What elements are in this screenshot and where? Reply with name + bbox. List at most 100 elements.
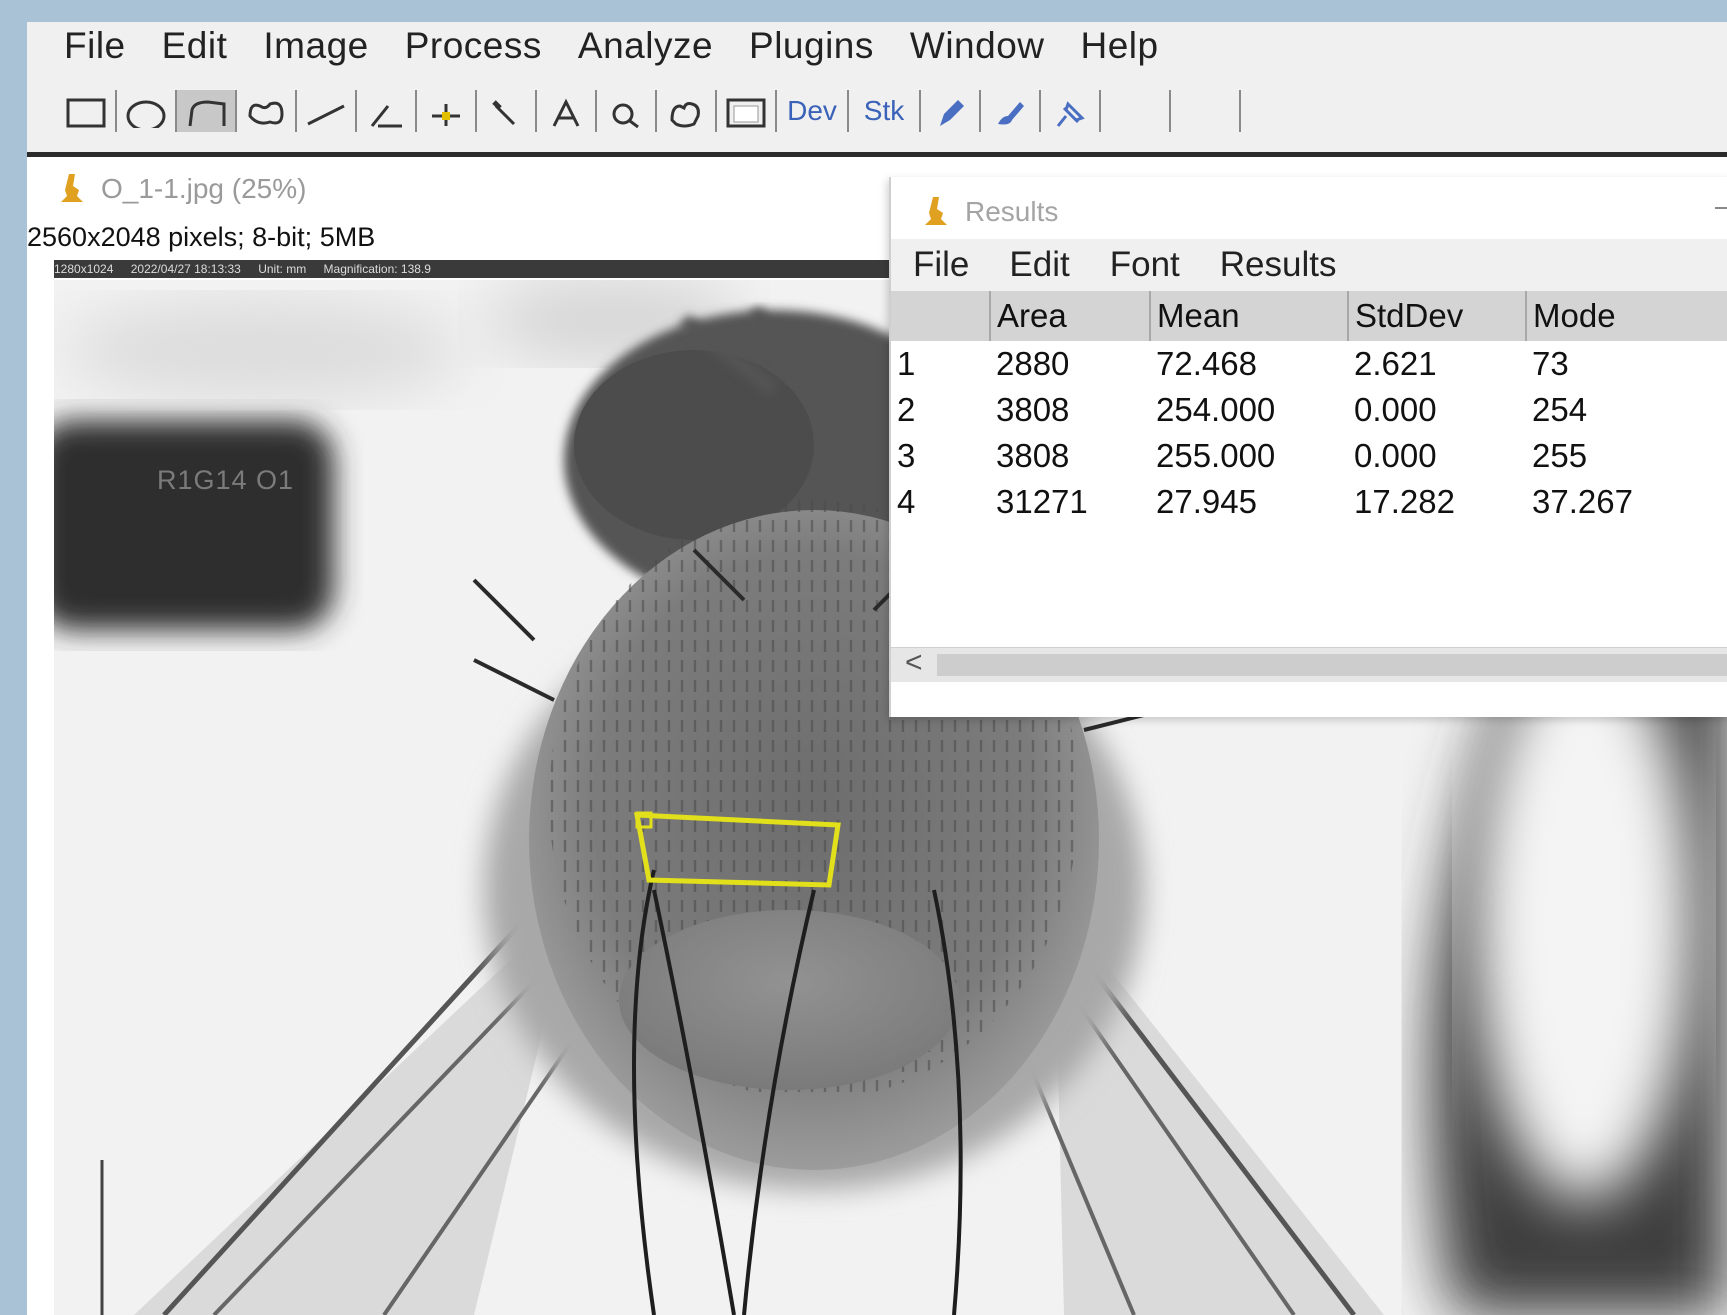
tool-strip: Dev Stk (57, 90, 1241, 132)
cell-mode: 73 (1532, 345, 1569, 382)
cell-area: 2880 (996, 345, 1070, 382)
menu-help[interactable]: Help (1081, 25, 1159, 67)
cell-mean: 255.000 (1156, 437, 1276, 474)
strip-text: 2022/04/27 18:13:33 (130, 262, 241, 276)
results-menu-font[interactable]: Font (1110, 245, 1180, 285)
cell-area: 31271 (996, 483, 1088, 520)
pin-icon (1056, 101, 1085, 127)
main-toolbar: Dev Stk (27, 70, 1727, 157)
sample-label: R1G14 O1 (157, 465, 295, 495)
results-window-title-text: Results (965, 196, 1059, 227)
column-header-area[interactable]: Area (990, 291, 1151, 341)
results-window: Results File Edit Font Results Area Mean… (889, 177, 1727, 717)
horizontal-scrollbar[interactable]: < (891, 646, 1727, 682)
line-tool[interactable] (297, 90, 357, 132)
column-header-index[interactable] (891, 291, 991, 341)
cell-mode: 254 (1532, 391, 1588, 428)
cell-stddev: 0.000 (1354, 437, 1437, 474)
menu-process[interactable]: Process (405, 25, 542, 67)
imagej-microscope-icon (61, 174, 83, 202)
line-icon (307, 104, 345, 126)
results-menubar: File Edit Font Results (891, 239, 1727, 291)
column-header-mean[interactable]: Mean (1150, 291, 1349, 341)
magnifier-icon (612, 103, 639, 128)
stk-button[interactable]: Stk (849, 90, 921, 132)
pen-icon (940, 100, 964, 126)
text-tool-icon (552, 98, 580, 127)
polygon-select-tool[interactable] (177, 90, 237, 132)
cell-area: 3808 (996, 391, 1070, 428)
menu-image[interactable]: Image (263, 25, 368, 67)
menu-plugins[interactable]: Plugins (749, 25, 874, 67)
image-window-title-text: O_1-1.jpg (25%) (101, 173, 307, 204)
color-picker-icon (726, 98, 766, 128)
dev-button[interactable]: Dev (777, 90, 849, 132)
cell-stddev: 17.282 (1354, 483, 1455, 520)
plugin-tool-1[interactable] (921, 90, 981, 132)
angle-icon (370, 105, 402, 128)
scroll-left-arrow-icon[interactable]: < (905, 646, 923, 680)
screen: File Edit Image Process Analyze Plugins … (27, 22, 1727, 1315)
strip-text: Magnification: 138.9 (323, 262, 431, 276)
cell-mode: 255 (1532, 437, 1588, 474)
main-menubar: File Edit Image Process Analyze Plugins … (27, 22, 1727, 70)
results-menu-edit[interactable]: Edit (1009, 245, 1069, 285)
magnifier-tool[interactable] (597, 90, 657, 132)
hand-tool[interactable] (657, 90, 717, 132)
cell-index: 4 (897, 483, 916, 520)
strip-text: 1280x1024 (54, 262, 114, 276)
imagej-microscope-icon (925, 197, 947, 225)
color-picker-tool[interactable] (717, 90, 777, 132)
text-tool[interactable] (537, 90, 597, 132)
brush-icon (998, 102, 1024, 125)
wand-tool[interactable] (477, 90, 537, 132)
results-table: Area Mean StdDev Mode 1 2880 72.468 2.62… (891, 291, 1727, 525)
table-row[interactable]: 4 31271 27.945 17.282 37.267 (891, 479, 1727, 525)
column-header-mode[interactable]: Mode (1526, 291, 1727, 341)
results-menu-file[interactable]: File (913, 245, 969, 285)
minimize-button[interactable] (1715, 207, 1727, 209)
cell-area: 3808 (996, 437, 1070, 474)
menu-file[interactable]: File (64, 25, 126, 67)
empty-tool-slot-1[interactable] (1101, 90, 1171, 132)
image-window-title[interactable]: O_1-1.jpg (25%) (57, 172, 306, 206)
table-row[interactable]: 2 3808 254.000 0.000 254 (891, 387, 1727, 433)
empty-tool-slot-2[interactable] (1171, 90, 1241, 132)
hand-icon (670, 102, 700, 128)
table-row[interactable]: 3 3808 255.000 0.000 255 (891, 433, 1727, 479)
cell-index: 2 (897, 391, 916, 428)
menu-edit[interactable]: Edit (162, 25, 228, 67)
wand-icon (492, 100, 516, 126)
cell-index: 1 (897, 345, 916, 382)
angle-tool[interactable] (357, 90, 417, 132)
cell-index: 3 (897, 437, 916, 474)
results-menu-results[interactable]: Results (1220, 245, 1337, 285)
strip-text: Unit: mm (258, 262, 307, 276)
cell-stddev: 0.000 (1354, 391, 1437, 428)
image-info: 2560x2048 pixels; 8-bit; 5MB (27, 222, 376, 252)
menu-window[interactable]: Window (910, 25, 1045, 67)
scrollbar-thumb[interactable] (937, 654, 1727, 676)
cell-mean: 72.468 (1156, 345, 1257, 382)
oval-select-icon (126, 100, 166, 128)
plugin-tool-2[interactable] (981, 90, 1041, 132)
column-header-stddev[interactable]: StdDev (1348, 291, 1527, 341)
oval-select-tool[interactable] (117, 90, 177, 132)
results-window-title[interactable]: Results (921, 195, 1058, 229)
cell-mode: 37.267 (1532, 483, 1633, 520)
cell-mean: 254.000 (1156, 391, 1276, 428)
freehand-select-icon (248, 101, 284, 125)
point-icon (432, 104, 460, 126)
rectangle-select-tool[interactable] (57, 90, 117, 132)
menu-analyze[interactable]: Analyze (578, 25, 713, 67)
polygon-select-icon (188, 100, 226, 127)
results-header-row: Area Mean StdDev Mode (891, 291, 1727, 341)
cell-stddev: 2.621 (1354, 345, 1437, 382)
table-row[interactable]: 1 2880 72.468 2.621 73 (891, 341, 1727, 387)
point-tool[interactable] (417, 90, 477, 132)
cell-mean: 27.945 (1156, 483, 1257, 520)
plugin-tool-3[interactable] (1041, 90, 1101, 132)
freehand-select-tool[interactable] (237, 90, 297, 132)
image-metadata-strip: 1280x1024 2022/04/27 18:13:33 Unit: mm M… (54, 260, 914, 278)
rectangle-select-icon (66, 98, 106, 128)
